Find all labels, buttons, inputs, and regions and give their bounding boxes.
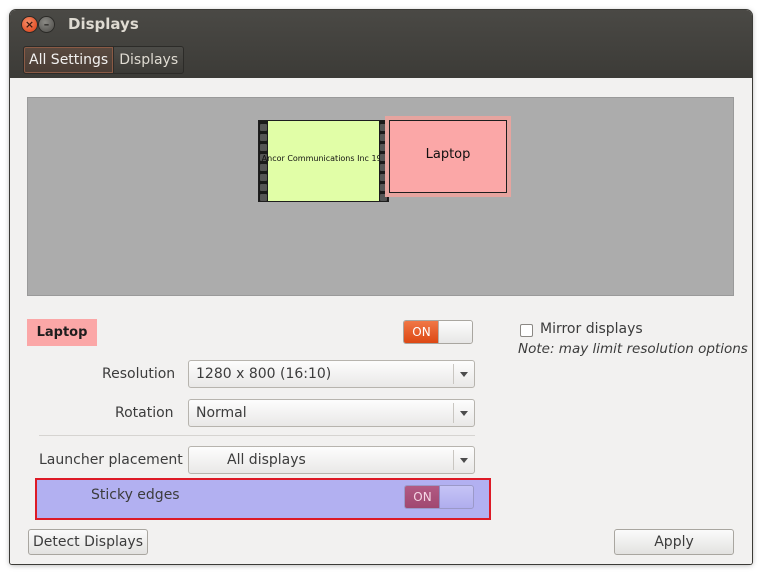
rotation-value: Normal — [196, 405, 247, 421]
minimize-icon[interactable]: – — [39, 17, 54, 32]
rotation-label: Rotation — [115, 405, 174, 421]
displays-window: × – Displays All Settings Displays Ancor… — [10, 10, 752, 564]
window-title: Displays — [68, 15, 139, 33]
toggle-on-label: ON — [404, 321, 439, 343]
toggle-knob — [439, 486, 473, 508]
launcher-placement-label: Launcher placement — [39, 452, 183, 468]
title-bar: × – Displays All Settings Displays — [10, 10, 752, 78]
mirror-note: Note: may limit resolution options — [518, 341, 748, 357]
detect-displays-button[interactable]: Detect Displays — [28, 529, 148, 555]
chevron-down-icon — [453, 403, 474, 423]
apply-button[interactable]: Apply — [614, 529, 734, 555]
resolution-value: 1280 x 800 (16:10) — [196, 366, 332, 382]
breadcrumb-displays[interactable]: Displays — [114, 46, 185, 74]
launcher-placement-combo[interactable]: All displays — [188, 446, 475, 474]
toggle-knob — [438, 321, 472, 343]
close-icon[interactable]: × — [22, 17, 37, 32]
toggle-on-label: ON — [405, 486, 440, 508]
launcher-placement-value: All displays — [227, 452, 306, 468]
display-arrangement-preview: Ancor Communications Inc 19" Laptop — [27, 97, 734, 296]
monitor-label: Ancor Communications Inc 19" — [261, 154, 386, 163]
chevron-down-icon — [453, 364, 474, 384]
monitor-ancor[interactable]: Ancor Communications Inc 19" — [258, 120, 389, 202]
content-area: Ancor Communications Inc 19" Laptop Lapt… — [10, 78, 752, 564]
breadcrumb: All Settings Displays — [23, 46, 185, 74]
laptop-screen: Laptop — [389, 120, 507, 193]
separator — [39, 435, 475, 436]
breadcrumb-all-settings[interactable]: All Settings — [23, 46, 115, 74]
selected-display-name: Laptop — [27, 319, 97, 346]
display-power-toggle[interactable]: ON — [403, 320, 473, 344]
resolution-label: Resolution — [102, 366, 176, 382]
resolution-combo[interactable]: 1280 x 800 (16:10) — [188, 360, 475, 388]
mirror-displays-label: Mirror displays — [540, 321, 643, 337]
sticky-edges-row: Sticky edges ON — [35, 478, 491, 520]
laptop-label: Laptop — [425, 147, 471, 162]
chevron-down-icon — [453, 450, 474, 470]
sticky-edges-label: Sticky edges — [91, 487, 180, 503]
mirror-displays-checkbox[interactable] — [520, 324, 533, 337]
sticky-edges-toggle[interactable]: ON — [404, 485, 474, 509]
monitor-laptop[interactable]: Laptop — [385, 116, 511, 197]
rotation-combo[interactable]: Normal — [188, 399, 475, 427]
